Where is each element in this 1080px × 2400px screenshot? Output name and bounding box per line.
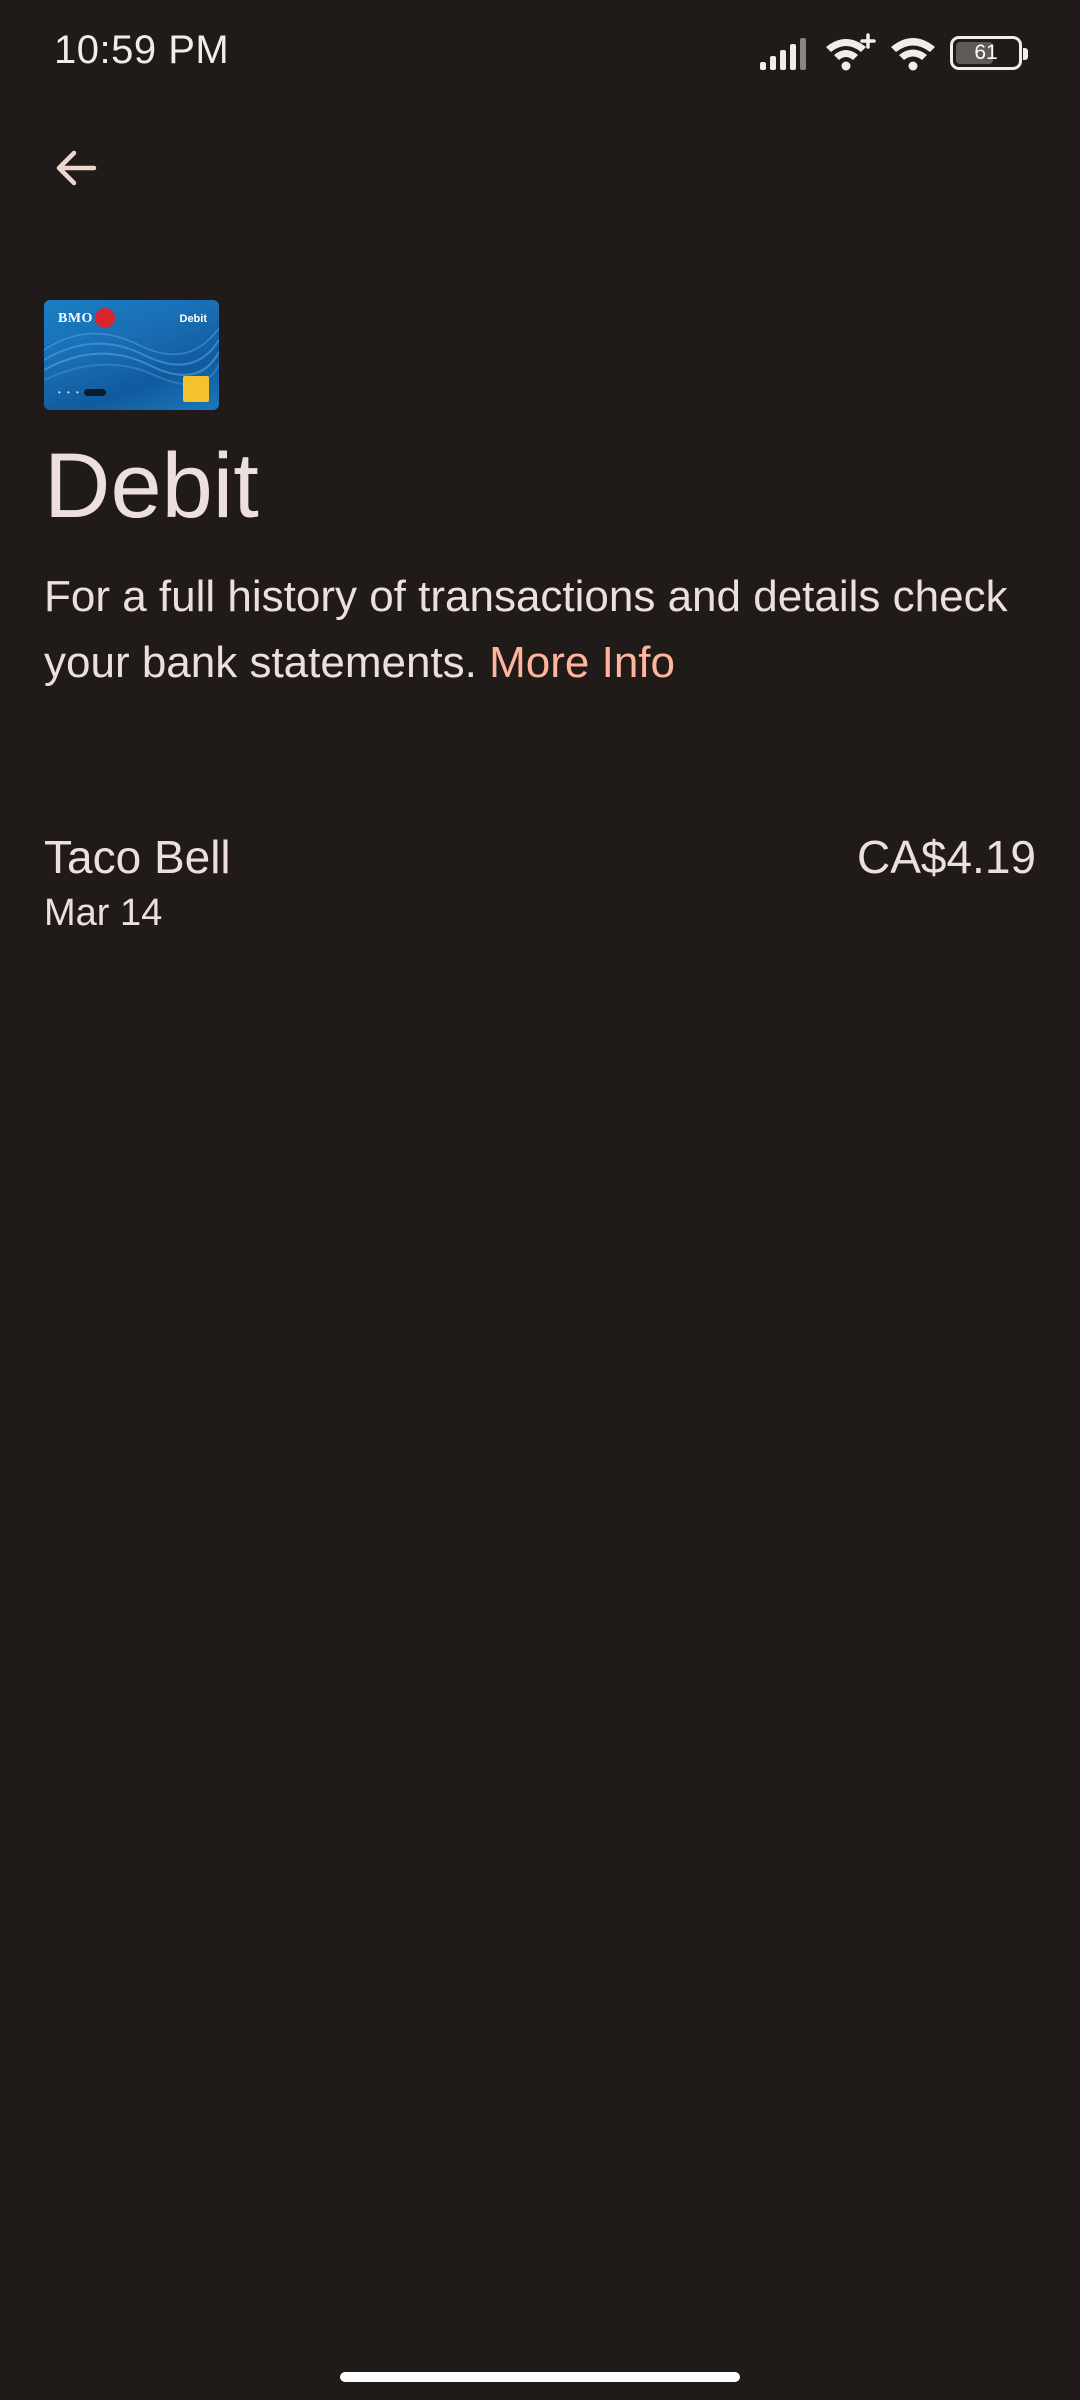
battery-tip (1023, 48, 1028, 60)
page-title: Debit (44, 435, 259, 537)
battery-icon: 61 (950, 36, 1028, 70)
card-number-mask (84, 389, 106, 396)
card-type: Debit (179, 313, 208, 325)
status-icons: 61 (760, 30, 1028, 76)
arrow-left-icon (56, 150, 97, 186)
bmo-roundel-icon (95, 308, 115, 328)
wifi-plus-icon (824, 33, 876, 73)
status-time: 10:59 PM (54, 28, 230, 72)
transaction-amount: CA$4.19 (856, 831, 1036, 883)
status-bar: 10:59 PM 61 (0, 0, 1080, 104)
signal-icon (760, 36, 810, 70)
back-button[interactable] (36, 128, 116, 208)
card-bank-name: BMO (58, 311, 93, 326)
more-info-link[interactable]: More Info (489, 638, 675, 687)
wifi-icon (890, 34, 936, 72)
transaction-date: Mar 14 (44, 892, 163, 934)
description: For a full history of transactions and d… (44, 564, 1044, 696)
battery-level: 61 (974, 41, 998, 64)
transaction-row[interactable]: Taco Bell CA$4.19 Mar 14 (44, 820, 1036, 950)
gesture-nav-bar[interactable] (340, 2372, 740, 2382)
card-image: BMO Debit • • • • (44, 300, 219, 410)
interac-logo-icon (183, 376, 209, 402)
screen: 10:59 PM 61 BMO Debit • • • • Debit For … (0, 0, 1080, 2400)
transaction-merchant: Taco Bell (44, 831, 231, 883)
